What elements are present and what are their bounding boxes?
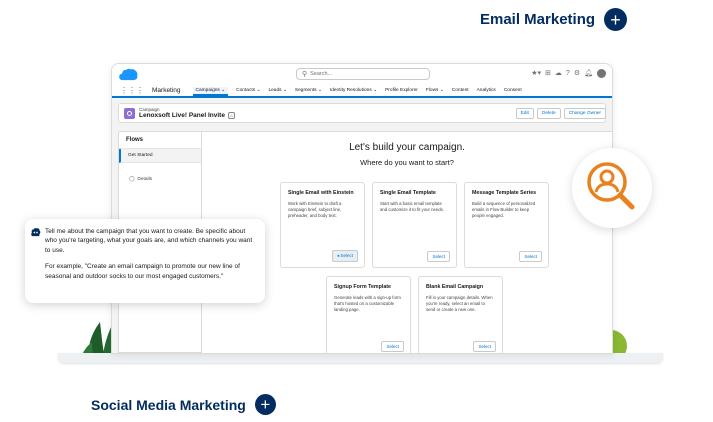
record-header: Campaign Lenoxsoft Live! Panel Invite ⌂ … — [118, 103, 606, 123]
campaign-icon — [124, 107, 135, 119]
card-title: Message Template Series — [472, 190, 537, 196]
nav-item-campaigns[interactable]: Campaigns ⌄ — [192, 87, 229, 96]
card-single-email-template[interactable]: Single Email Template Start with a basic… — [372, 182, 457, 268]
nav-item-flows[interactable]: Flows ⌄ — [426, 88, 444, 93]
nav-item-identity-resolutions[interactable]: Identity Resolutions ⌄ — [330, 88, 377, 93]
select-label: Select — [340, 253, 353, 258]
chat-example: For example, "Create an email campaign t… — [45, 263, 240, 280]
card-single-email-einstein[interactable]: Single Email with Einstein Work with Ein… — [280, 182, 365, 268]
card-description: Fill in your campaign details. When you'… — [426, 295, 493, 313]
nav-item-leads[interactable]: Leads ⌄ — [268, 88, 286, 93]
social-media-marketing-heading: Social Media Marketing + — [91, 394, 276, 415]
nav-item-contacts[interactable]: Contacts ⌄ — [236, 88, 260, 93]
hierarchy-icon[interactable]: ⌂ — [227, 112, 235, 119]
record-name: Lenoxsoft Live! Panel Invite ⌂ — [139, 112, 235, 119]
card-title: Single Email with Einstein — [288, 190, 354, 196]
einstein-chat-bubble: Tell me about the campaign that you want… — [25, 219, 265, 303]
select-button[interactable]: ◂ Select — [331, 250, 358, 262]
salesforce-cloud-icon — [119, 68, 138, 81]
help-icon[interactable]: ? — [566, 70, 570, 77]
social-media-marketing-label: Social Media Marketing — [91, 396, 246, 413]
social-media-marketing-expand-button[interactable]: + — [254, 394, 276, 415]
card-title: Blank Email Campaign — [426, 284, 484, 290]
change-owner-button[interactable]: Change Owner — [563, 108, 606, 119]
circle-info-icon: ◯ — [129, 177, 135, 182]
nav-item-label: Contacts — [236, 88, 256, 93]
salesforce-screen: ⚲ Search... ★▾ ⊞ ☁ ? ⚙ 🔔︎ ⋮⋮⋮ Marketing … — [111, 63, 613, 354]
builder-title: Let's build your campaign. — [349, 142, 465, 153]
plus-icon: + — [610, 9, 621, 30]
nav-item-label: Segments — [294, 88, 317, 93]
favorites-icon[interactable]: ★▾ — [531, 70, 541, 77]
gear-icon[interactable]: ⚙ — [574, 70, 580, 77]
nav-item-profile-explorer[interactable]: Profile Explorer — [385, 88, 418, 93]
card-title: Single Email Template — [380, 190, 436, 196]
select-button[interactable]: Select — [427, 251, 450, 262]
nav-item-content[interactable]: Content — [452, 88, 469, 93]
einstein-bot-icon — [31, 228, 41, 237]
chat-message: Tell me about the campaign that you want… — [45, 228, 253, 254]
email-marketing-label: Email Marketing — [480, 11, 596, 28]
add-icon[interactable]: ⊞ — [545, 70, 551, 77]
nav-item-label: Analytics — [476, 88, 496, 93]
record-actions: Edit Delete Change Owner — [515, 108, 606, 119]
global-search-input[interactable]: ⚲ Search... — [296, 68, 430, 80]
avatar[interactable] — [597, 69, 606, 78]
card-description: Start with a basic email template and cu… — [380, 201, 445, 213]
card-description: Generate leads with a sign-up form that'… — [334, 295, 401, 313]
utility-bar: ★▾ ⊞ ☁ ? ⚙ 🔔︎ — [531, 69, 606, 78]
nav-item-consent[interactable]: Consent — [504, 88, 522, 93]
search-placeholder: Search... — [310, 71, 333, 77]
flows-item-details[interactable]: ◯ Details — [119, 163, 201, 182]
marketing-illustration: Email Marketing + ⚲ Search... ★▾ ⊞ ☁ ? ⚙… — [0, 0, 713, 422]
plus-icon: + — [260, 395, 271, 414]
nav-item-label: Content — [451, 88, 469, 93]
setup-assistant-icon[interactable]: ☁ — [555, 70, 562, 77]
nav-item-segments[interactable]: Segments ⌄ — [295, 88, 322, 93]
nav-item-label: Profile Explorer — [385, 88, 418, 93]
nav-item-label: Consent — [503, 88, 522, 93]
email-marketing-heading: Email Marketing + — [480, 8, 628, 31]
card-description: Work with Einstein to draft a campaign b… — [288, 201, 342, 219]
app-nav-bar: ⋮⋮⋮ Marketing Campaigns ⌄ Contacts ⌄ Lea… — [112, 85, 612, 98]
select-button[interactable]: Select — [519, 251, 542, 262]
card-signup-form-template[interactable]: Signup Form Template Generate leads with… — [326, 276, 411, 353]
select-button[interactable]: Select — [473, 341, 496, 352]
nav-item-label: Leads — [268, 88, 282, 93]
builder-subtitle: Where do you want to start? — [360, 158, 454, 167]
details-label: Details — [137, 177, 153, 182]
app-name: Marketing — [152, 87, 181, 94]
nav-item-label: Campaigns — [195, 88, 220, 93]
card-description: Build a sequence of personalized emails … — [472, 201, 536, 219]
global-header: ⚲ Search... ★▾ ⊞ ☁ ? ⚙ 🔔︎ — [112, 64, 612, 85]
laptop-base — [58, 353, 663, 363]
email-marketing-expand-button[interactable]: + — [604, 8, 628, 31]
person-search-icon — [587, 162, 635, 210]
app-launcher-icon[interactable]: ⋮⋮⋮ — [120, 86, 144, 95]
nav-item-label: Flows — [425, 88, 439, 93]
bell-icon[interactable]: 🔔︎ — [584, 70, 593, 77]
record-name-text: Lenoxsoft Live! Panel Invite — [139, 112, 225, 119]
edit-button[interactable]: Edit — [515, 108, 534, 119]
select-button[interactable]: Select — [381, 341, 404, 352]
flows-title: Flows — [119, 132, 201, 149]
nav-item-label: Identity Resolutions — [329, 88, 372, 93]
card-message-template-series[interactable]: Message Template Series Build a sequence… — [464, 182, 549, 268]
nav-item-analytics[interactable]: Analytics — [477, 88, 496, 93]
flows-item-get-started[interactable]: Get Started — [119, 149, 201, 163]
delete-button[interactable]: Delete — [536, 108, 561, 119]
card-blank-email-campaign[interactable]: Blank Email Campaign Fill in your campai… — [418, 276, 503, 353]
magnifier-avatar-badge — [572, 148, 652, 228]
card-title: Signup Form Template — [334, 284, 391, 290]
search-icon: ⚲ — [302, 71, 308, 78]
